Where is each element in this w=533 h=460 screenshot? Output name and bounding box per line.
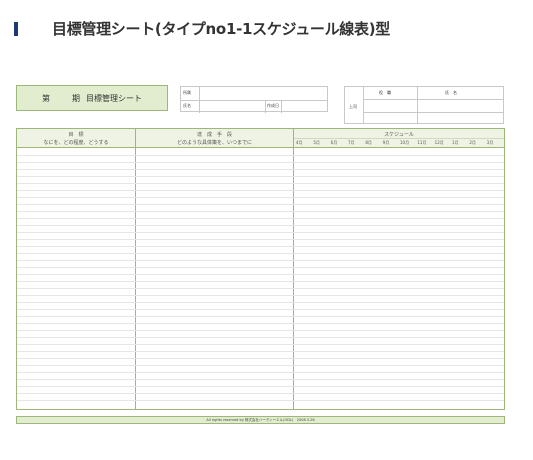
affiliation-label: 所属 bbox=[183, 90, 191, 95]
row-line bbox=[17, 281, 504, 282]
means-subheader: どのような具体策を、いつまでに bbox=[176, 140, 252, 146]
row-line bbox=[17, 351, 504, 352]
row-line bbox=[17, 246, 504, 247]
row-line bbox=[17, 190, 504, 191]
month-label: 8月 bbox=[365, 140, 372, 145]
goal-means-divider bbox=[135, 129, 136, 409]
position-header: 役 職 bbox=[379, 90, 391, 95]
row-line bbox=[17, 169, 504, 170]
month-label: 1月 bbox=[452, 140, 459, 145]
row-line bbox=[17, 232, 504, 233]
row-line bbox=[17, 183, 504, 184]
row-line bbox=[17, 274, 504, 275]
goal-subheader: なにを、どの程度、どうする bbox=[43, 140, 109, 146]
row-line bbox=[17, 295, 504, 296]
created-date-label: 作成日 bbox=[267, 103, 279, 108]
approval-name-header: 氏 名 bbox=[445, 90, 457, 95]
row-line bbox=[17, 267, 504, 268]
info-divider bbox=[265, 100, 266, 113]
goal-table: 目 標 なにを、どの程度、どうする 達 成 手 段 どのような具体策を、いつまで… bbox=[16, 128, 505, 410]
boss-label: 上司 bbox=[349, 104, 357, 109]
name-label: 氏名 bbox=[183, 103, 191, 108]
row-line bbox=[17, 344, 504, 345]
row-line bbox=[17, 253, 504, 254]
month-label: 3月 bbox=[486, 140, 494, 145]
row-line bbox=[17, 323, 504, 324]
row-line bbox=[17, 365, 504, 366]
row-line bbox=[17, 386, 504, 387]
title-accent-bar bbox=[14, 22, 18, 36]
row-line bbox=[17, 372, 504, 373]
approval-divider bbox=[363, 87, 364, 123]
month-label: 4月 bbox=[296, 140, 303, 145]
sheet-title-term-prefix: 第 bbox=[42, 93, 50, 103]
row-line bbox=[17, 218, 504, 219]
sheet-title-term-suffix: 期 bbox=[72, 93, 80, 103]
schedule-header-rule bbox=[294, 138, 504, 139]
goal-header: 目 標 bbox=[68, 132, 84, 138]
goal-table-header: 目 標 なにを、どの程度、どうする 達 成 手 段 どのような具体策を、いつまで… bbox=[17, 129, 504, 148]
row-line bbox=[17, 155, 504, 156]
month-label: 12月 bbox=[434, 140, 444, 145]
schedule-header: スケジュール bbox=[384, 132, 414, 138]
row-line bbox=[17, 211, 504, 212]
row-line bbox=[17, 162, 504, 163]
month-label: 2月 bbox=[469, 140, 476, 145]
month-label: 6月 bbox=[330, 140, 338, 145]
row-line bbox=[17, 337, 504, 338]
row-line bbox=[17, 316, 504, 317]
month-label: 7月 bbox=[348, 140, 355, 145]
means-header: 達 成 手 段 bbox=[196, 132, 232, 138]
info-row-affiliation: 所属 bbox=[181, 87, 327, 101]
sheet-title-text: 目標管理シート bbox=[86, 93, 142, 103]
row-line bbox=[17, 176, 504, 177]
info-row-name: 氏名 作成日 bbox=[181, 100, 327, 113]
page-title: 目標管理シート(タイプno1-1スケジュール線表)型 bbox=[52, 20, 390, 38]
info-divider bbox=[199, 100, 200, 113]
approval-divider bbox=[363, 99, 503, 100]
info-divider bbox=[199, 87, 200, 100]
row-line bbox=[17, 260, 504, 261]
approval-divider bbox=[417, 87, 418, 123]
row-line bbox=[17, 302, 504, 303]
approval-table: 役 職 氏 名 上司 bbox=[344, 86, 504, 124]
row-line bbox=[17, 204, 504, 205]
row-line bbox=[17, 225, 504, 226]
sheet-footer: All rights reserved by 株式会社ハーディーエル(ODL) … bbox=[16, 416, 505, 424]
sheet-title-box: 第 期 目標管理シート bbox=[16, 85, 168, 111]
means-schedule-divider bbox=[293, 129, 294, 409]
info-divider bbox=[281, 100, 282, 113]
month-label: 11月 bbox=[417, 140, 427, 145]
month-label: 9月 bbox=[382, 140, 390, 145]
row-line bbox=[17, 358, 504, 359]
row-line bbox=[17, 393, 504, 394]
month-label: 10月 bbox=[400, 140, 410, 145]
row-line bbox=[17, 379, 504, 380]
row-line bbox=[17, 330, 504, 331]
month-label: 5月 bbox=[313, 140, 320, 145]
row-line bbox=[17, 288, 504, 289]
info-table: 所属 氏名 作成日 bbox=[180, 86, 328, 113]
approval-divider bbox=[363, 112, 503, 113]
row-line bbox=[17, 197, 504, 198]
row-line bbox=[17, 239, 504, 240]
row-line bbox=[17, 309, 504, 310]
row-line bbox=[17, 400, 504, 401]
